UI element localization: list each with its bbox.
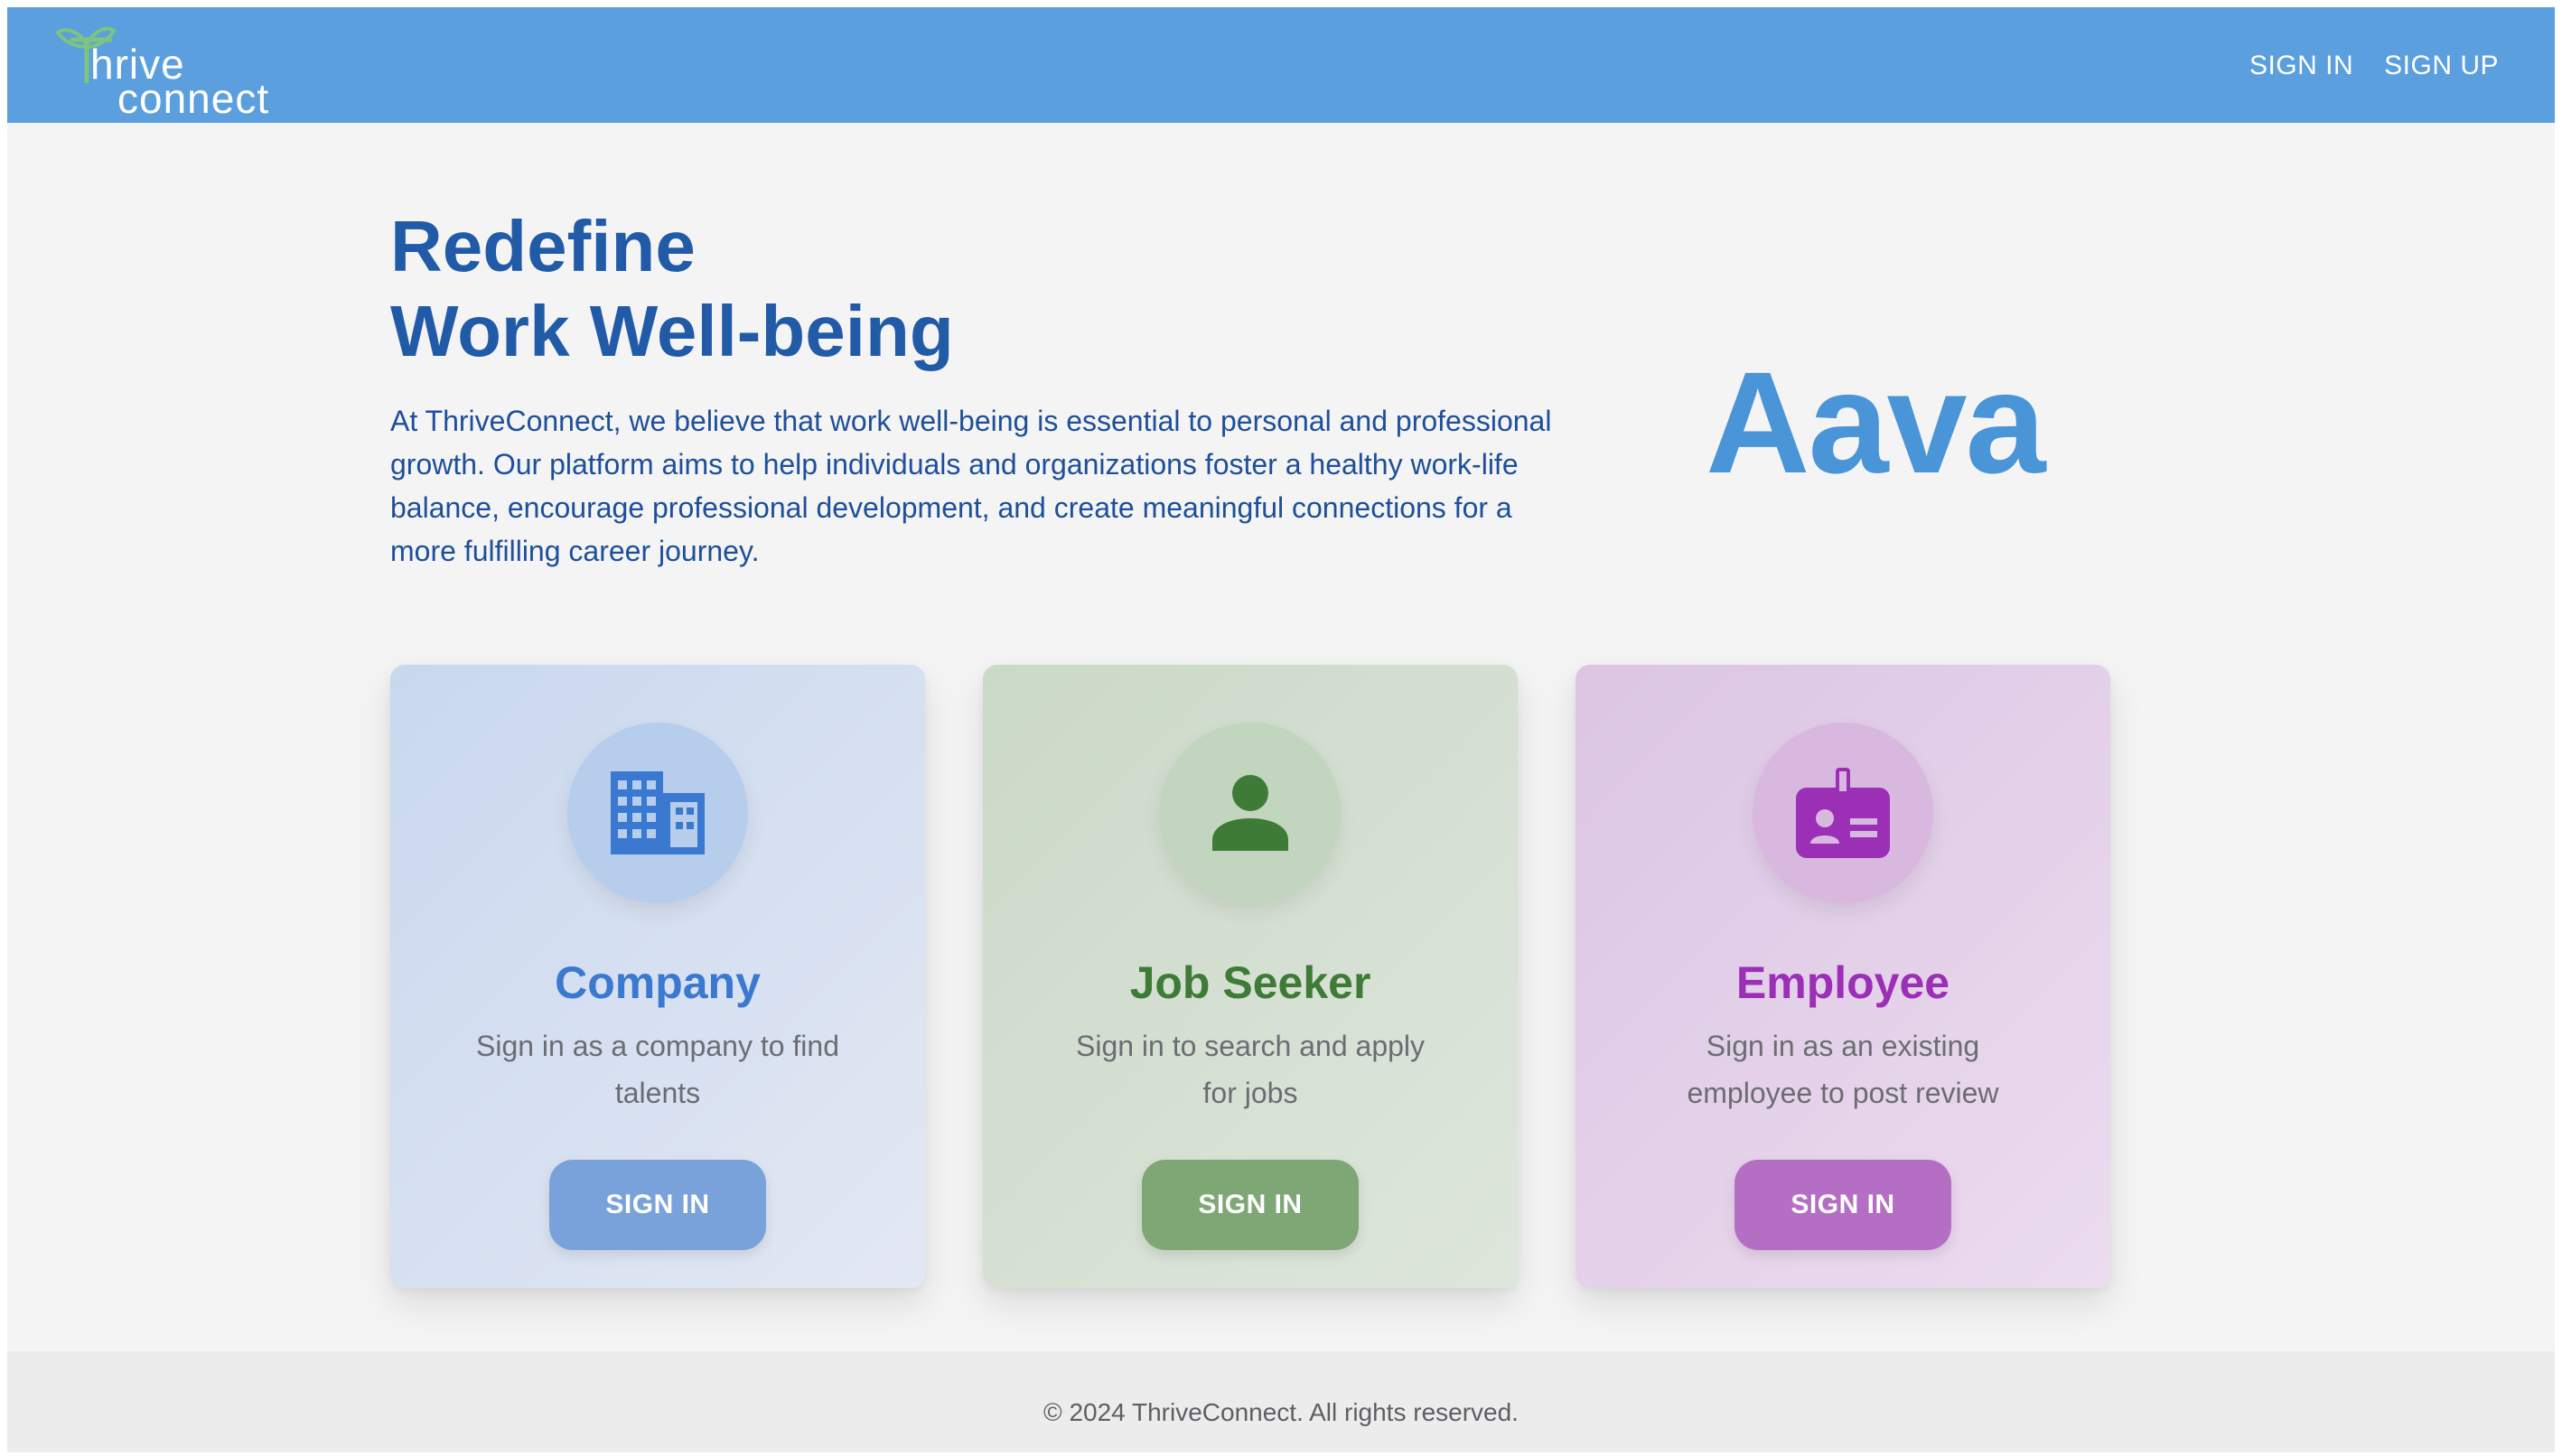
footer-copyright: © 2024 ThriveConnect. All rights reserve… [1043,1398,1519,1426]
employee-card-description: Sign in as an existing employee to post … [1687,1030,1999,1109]
footer: © 2024 ThriveConnect. All rights reserve… [7,1351,2555,1452]
employee-card-title: Employee [1735,957,1950,1008]
nav-sign-up-link[interactable]: SIGN UP [2384,51,2499,81]
company-card-description: Sign in as a company to find talents [475,1030,839,1109]
company-card: Company Sign in as a company to find tal… [390,665,925,1288]
company-icon-circle [567,723,748,903]
job-seeker-sign-in-button[interactable]: SIGN IN [1142,1160,1359,1250]
employee-card: Employee Sign in as an existing employee… [1576,665,2110,1288]
person-icon [1212,775,1288,851]
top-nav: SIGN IN SIGN UP [2249,51,2499,81]
job-seeker-icon-circle [1160,723,1341,903]
company-sign-in-button[interactable]: SIGN IN [549,1160,766,1250]
aava-logo: Aava [1706,341,2045,503]
employee-sign-in-button[interactable]: SIGN IN [1734,1160,1951,1250]
logo[interactable]: hrive connect [54,20,307,119]
hero-description: At ThriveConnect, we believe that work w… [390,405,1552,567]
nav-sign-in-link[interactable]: SIGN IN [2249,51,2353,81]
top-bar: hrive connect SIGN IN SIGN UP [7,7,2555,123]
page: hrive connect SIGN IN SIGN UP Redefine W… [7,7,2555,1452]
logo-text-line2: connect [117,75,270,122]
building-icon [611,771,705,854]
badge-icon [1796,768,1890,858]
job-seeker-card-description: Sign in to search and apply for jobs [1075,1030,1426,1109]
employee-icon-circle [1753,723,1933,903]
job-seeker-card: Job Seeker Sign in to search and apply f… [983,665,1518,1288]
hero-title-line2: Work Well-being [390,291,954,371]
company-card-title: Company [555,957,761,1008]
hero-title: Redefine Work Well-being [390,204,954,374]
hero-title-line1: Redefine [390,206,696,286]
job-seeker-card-title: Job Seeker [1129,957,1371,1008]
